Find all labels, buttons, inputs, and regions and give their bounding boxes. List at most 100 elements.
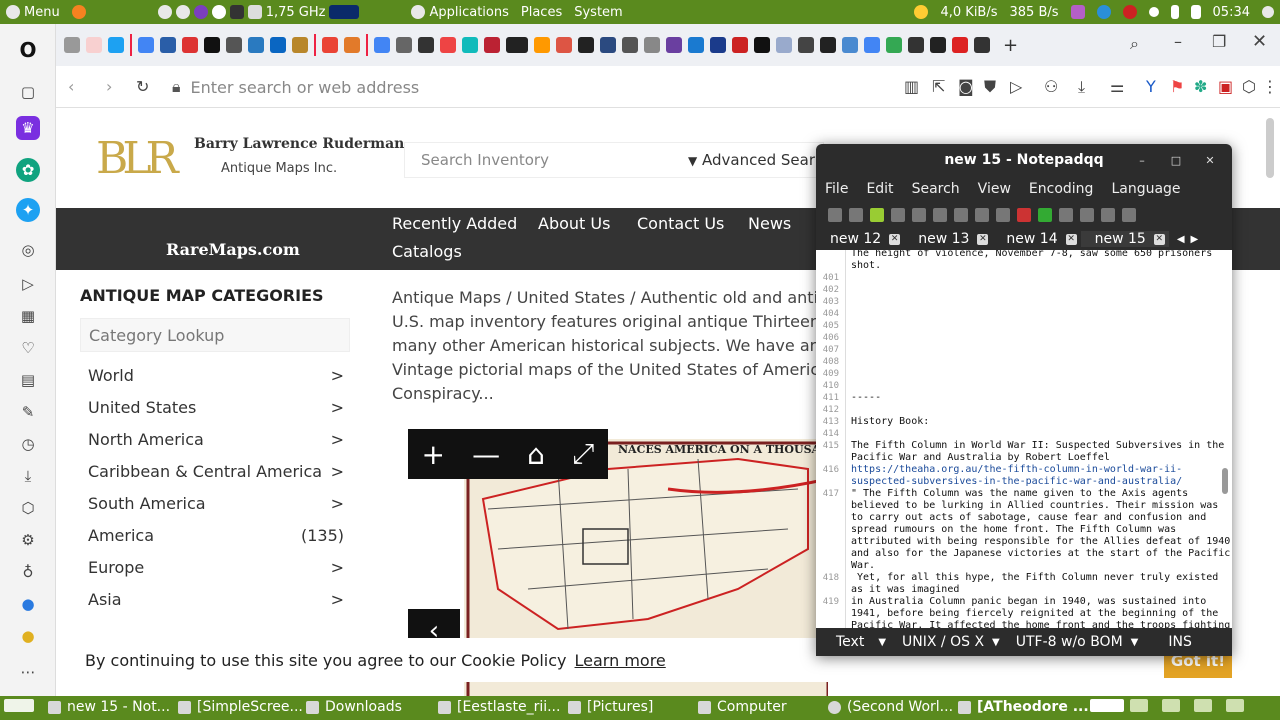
status-mode[interactable]: INS	[1168, 634, 1192, 650]
applications-menu[interactable]: Applications	[405, 5, 514, 20]
extension-icon[interactable]: ⬡	[1242, 77, 1256, 96]
cut-icon[interactable]	[954, 208, 968, 222]
extension-icon[interactable]: ▣	[1218, 77, 1233, 96]
tab-favicon[interactable]	[418, 37, 434, 53]
redo-icon[interactable]	[1038, 208, 1052, 222]
player-icon[interactable]: ◎	[16, 238, 40, 262]
settings-icon[interactable]: ⚙	[16, 528, 40, 552]
nav-news[interactable]: News	[748, 214, 791, 233]
tray-icon[interactable]	[1096, 5, 1111, 19]
new-tab-icon[interactable]: +	[1003, 35, 1018, 56]
category-item[interactable]: United States >	[88, 398, 344, 417]
url-field[interactable]: 🔒︎ Enter search or web address	[168, 72, 1008, 102]
tab-favicon[interactable]	[908, 37, 924, 53]
nav-contact-us[interactable]: Contact Us	[637, 214, 724, 233]
reload-icon[interactable]: ↻	[136, 77, 149, 96]
camera-icon[interactable]: ◙	[958, 77, 974, 96]
task-item[interactable]	[1090, 699, 1124, 712]
tab-favicon[interactable]	[798, 37, 814, 53]
reader-icon[interactable]: ▥	[904, 77, 919, 96]
shield-icon[interactable]: ⛊	[984, 77, 996, 97]
close-file-icon[interactable]	[912, 208, 926, 222]
tab-favicon[interactable]	[484, 37, 500, 53]
zoom-in-icon[interactable]	[1059, 208, 1073, 222]
search-tabs-icon[interactable]: ⌕	[1130, 34, 1139, 54]
tab-favicon[interactable]	[322, 37, 338, 53]
tab-favicon[interactable]	[226, 37, 242, 53]
tab-favicon[interactable]	[578, 37, 594, 53]
power-icon[interactable]	[1262, 6, 1274, 18]
tab-favicon[interactable]	[732, 37, 748, 53]
extension-icon[interactable]: Y	[1146, 77, 1156, 96]
category-item[interactable]: North America >	[88, 430, 344, 449]
opera-icon[interactable]	[211, 5, 226, 19]
category-item[interactable]: World >	[88, 366, 344, 385]
tab-favicon[interactable]	[754, 37, 770, 53]
menu-icon[interactable]: ⋮	[1262, 77, 1278, 96]
tab-favicon[interactable]	[556, 37, 572, 53]
send-icon[interactable]: ▷	[16, 272, 40, 296]
opera-icon[interactable]: O	[16, 38, 40, 62]
task-item[interactable]: [ATheodore ...	[958, 699, 1089, 715]
tab-favicon[interactable]	[440, 37, 456, 53]
download-icon[interactable]: ⤓	[16, 464, 40, 488]
category-item[interactable]: Asia >	[88, 590, 344, 609]
places-menu[interactable]: Places	[515, 5, 568, 20]
tab-favicon[interactable]	[842, 37, 858, 53]
fullscreen-icon[interactable]: ⤢	[572, 437, 594, 471]
print-icon[interactable]	[933, 208, 947, 222]
undo-icon[interactable]	[1017, 208, 1031, 222]
tab-favicon-active[interactable]	[506, 37, 528, 53]
wifi-icon[interactable]	[1148, 7, 1159, 17]
news-icon[interactable]: ▤	[16, 368, 40, 392]
tab-favicon[interactable]	[86, 37, 102, 53]
nav-catalogs[interactable]: Catalogs	[392, 242, 462, 261]
chat-icon[interactable]: ●	[16, 592, 40, 616]
paste-icon[interactable]	[996, 208, 1010, 222]
tab-favicon[interactable]	[688, 37, 704, 53]
tab-scroll-right-icon[interactable]: ▶	[1191, 234, 1199, 245]
category-item[interactable]: South America >	[88, 494, 344, 513]
tab-favicon[interactable]	[622, 37, 638, 53]
badge-icon[interactable]: ●	[16, 624, 40, 648]
tab-favicon[interactable]	[344, 37, 360, 53]
category-item[interactable]: Caribbean & Central America >	[88, 462, 344, 481]
menu-search[interactable]: Search	[903, 181, 969, 197]
tab-favicon[interactable]	[462, 37, 478, 53]
menu-encoding[interactable]: Encoding	[1020, 181, 1103, 197]
tab-favicon[interactable]	[864, 37, 880, 53]
nav-recently-added[interactable]: Recently Added	[392, 214, 517, 233]
pilcrow-icon[interactable]	[1122, 208, 1136, 222]
editor-scrollbar[interactable]	[1222, 250, 1228, 628]
site-logo[interactable]: BLR	[96, 133, 179, 184]
home-icon[interactable]: ⌂	[527, 438, 545, 471]
menu-edit[interactable]: Edit	[857, 181, 902, 197]
more-icon[interactable]: ⋯	[16, 660, 40, 684]
tab-favicon[interactable]	[666, 37, 682, 53]
minimize-icon[interactable]: –	[1134, 152, 1150, 168]
tab-favicon[interactable]	[886, 37, 902, 53]
clock[interactable]: 05:34	[1213, 5, 1250, 20]
task-item[interactable]: [SimpleScree...	[178, 699, 303, 715]
show-desktop-icon[interactable]	[4, 699, 34, 712]
save-icon[interactable]	[870, 208, 884, 222]
copy-icon[interactable]	[975, 208, 989, 222]
close-icon[interactable]: ✕	[1252, 31, 1267, 52]
tab-favicon[interactable]	[182, 37, 198, 53]
tab-favicon[interactable]	[820, 37, 836, 53]
heart-icon[interactable]: ♡	[16, 336, 40, 360]
tab-favicon[interactable]	[248, 37, 264, 53]
twitter-icon[interactable]: ✦	[16, 198, 40, 222]
volume-icon[interactable]	[1190, 5, 1201, 19]
tab-favicon[interactable]	[396, 37, 412, 53]
tray-icon[interactable]	[1070, 5, 1085, 19]
close-tab-icon[interactable]: ✕	[889, 233, 901, 245]
tab-new-12[interactable]: new 12 ✕	[816, 231, 904, 247]
launcher-icon[interactable]	[193, 5, 208, 19]
category-item[interactable]: Europe >	[88, 558, 344, 577]
launcher-icon[interactable]	[157, 5, 172, 19]
tab-favicon[interactable]	[776, 37, 792, 53]
tab-favicon[interactable]	[270, 37, 286, 53]
tab-grid-icon[interactable]	[64, 37, 80, 53]
history-icon[interactable]: ◷	[16, 432, 40, 456]
